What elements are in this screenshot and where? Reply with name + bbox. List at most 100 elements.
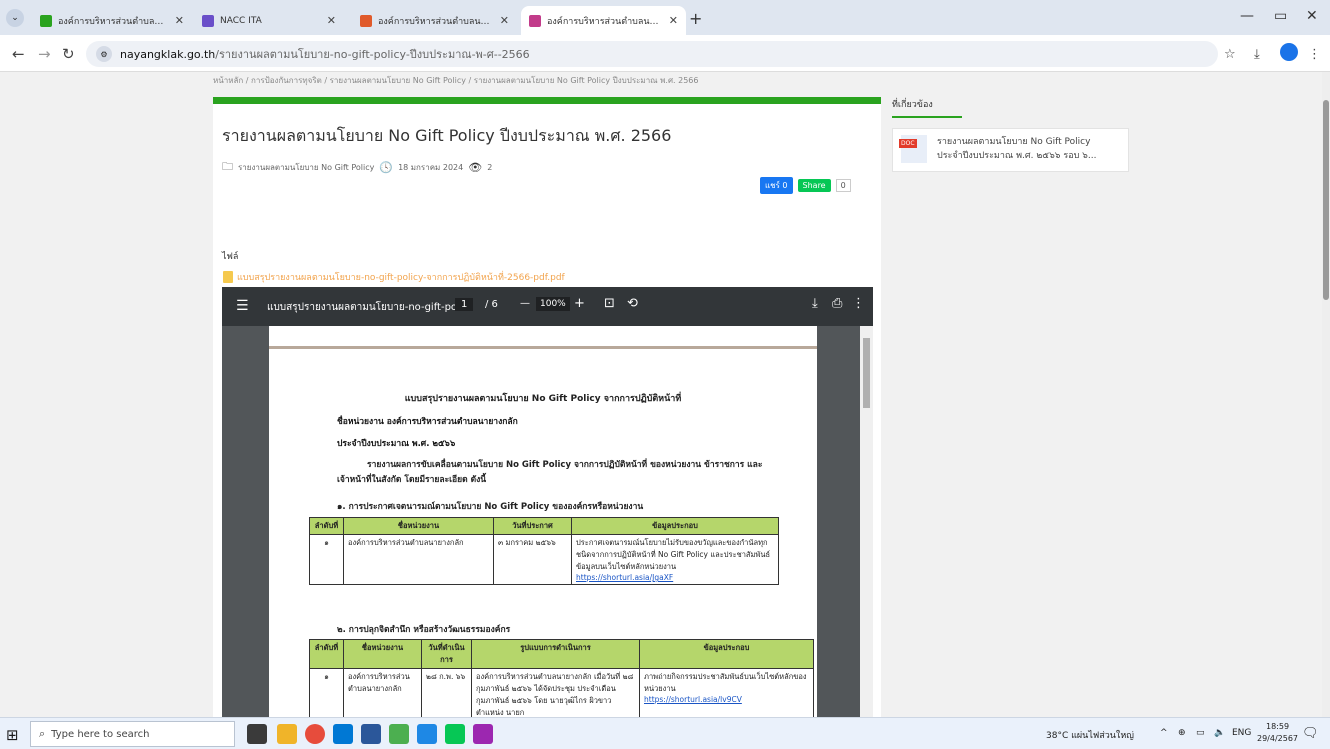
new-tab-button[interactable]: + [689,9,702,28]
eye-icon: 👁 [468,161,483,174]
word-icon[interactable] [361,724,381,744]
zoom-in-icon[interactable]: + [574,296,585,311]
doc-agency: ชื่อหน่วยงาน องค์การบริหารส่วนตำบลนายางก… [337,417,518,427]
language-indicator[interactable]: ENG [1232,728,1251,738]
browser-tab[interactable]: องค์การบริหารส่วนตำบลนายางกลัก ✕ [32,6,192,35]
close-tab-icon[interactable]: ✕ [500,14,509,27]
print-icon[interactable]: ⎙ [832,296,842,311]
app-icon[interactable] [473,724,493,744]
maximize-icon[interactable]: ▭ [1274,8,1287,24]
close-window-icon[interactable]: ✕ [1306,8,1318,24]
minimize-icon[interactable]: — [1240,8,1254,24]
document-icon: DOC [899,135,927,163]
category-link[interactable]: รายงานผลตามนโยบาย No Gift Policy [238,161,374,174]
close-tab-icon[interactable]: ✕ [327,14,336,27]
photos-icon[interactable] [417,724,437,744]
task-view-icon[interactable] [247,724,267,744]
table-header: รูปแบบการดำเนินการ [471,639,640,669]
fit-page-icon[interactable]: ⊡ [604,296,615,311]
download-icon[interactable]: ⤓ [812,296,818,311]
pdf-toolbar: ☰ แบบสรุปรายงานผลตามนโยบาย-no-gift-poli.… [222,287,873,326]
zoom-level-input[interactable]: 100% [536,297,570,311]
pdf-viewer: ☰ แบบสรุปรายงานผลตามนโยบาย-no-gift-poli.… [222,287,873,717]
related-item-subtitle: ประจำปีงบประมาณ พ.ศ. ๒๕๖๖ รอบ ๖... [937,151,1097,161]
site-favicon-icon [529,14,541,27]
drive-icon[interactable] [389,724,409,744]
pdf-filename: แบบสรุปรายงานผลตามนโยบาย-no-gift-poli... [267,302,473,313]
page-scrollbar[interactable] [1322,72,1330,717]
breadcrumb[interactable]: หน้าหลัก / การป้องกันการทุจริต / รายงานผ… [213,74,698,87]
bookmark-star-icon[interactable]: ☆ [1224,47,1236,62]
browser-tab[interactable]: NACC ITA ✕ [194,6,344,35]
related-item-title: รายงานผลตามนโยบาย No Gift Policy [937,137,1091,147]
search-icon: ⌕ [39,727,46,740]
close-tab-icon[interactable]: ✕ [669,14,678,27]
zoom-out-icon[interactable]: — [520,298,530,309]
clock[interactable]: 18:59 29/4/2567 [1257,721,1298,745]
weather-widget[interactable]: 38°C แผ่นไฟส่วนใหญ่ [1046,728,1134,742]
view-count: 2 [487,163,493,172]
share-buttons: แชร์ 0 Share 0 [760,177,851,194]
volume-icon[interactable]: 🔈 [1214,728,1225,738]
sidebar-menu-icon[interactable]: ☰ [236,298,249,314]
facebook-share-button[interactable]: แชร์ 0 [760,177,793,194]
more-options-icon[interactable]: ⋮ [852,296,865,311]
table-header: วันที่ดำเนินการ [421,639,472,669]
notifications-icon[interactable]: 🗨 [1302,726,1319,741]
page-number-input[interactable]: 1 [455,298,474,311]
windows-taskbar: ⊞ ⌕ Type here to search 38°C แผ่นไฟส่วนใ… [0,717,1330,749]
line-share-button[interactable]: Share [797,179,831,192]
shorturl-link[interactable]: https://shorturl.asia/JgaXF [576,573,673,582]
site-favicon-icon [40,14,52,27]
reload-icon[interactable]: ↻ [62,45,75,63]
doc-title: แบบสรุปรายงานผลตามนโยบาย No Gift Policy … [404,394,682,404]
line-app-icon[interactable] [445,724,465,744]
back-icon[interactable]: ← [12,45,25,63]
attachment-link[interactable]: แบบสรุปรายงานผลตามนโยบาย-no-gift-policy-… [223,270,565,284]
table-header: ข้อมูลประกอบ [571,517,779,535]
site-info-icon[interactable]: ⚙ [96,46,112,62]
profile-avatar[interactable] [1280,43,1298,61]
browser-tab[interactable]: องค์การบริหารส่วนตำบลนายางกลัก ✕ [352,6,517,35]
table-header: ลำดับที่ [309,639,344,669]
menu-kebab-icon[interactable]: ⋮ [1308,47,1321,62]
close-tab-icon[interactable]: ✕ [175,14,184,27]
browser-tab-active[interactable]: องค์การบริหารส่วนตำบลนายางกลัก ✕ [521,6,686,35]
web-page: หน้าหลัก / การป้องกันการทุจริต / รายงานผ… [0,72,1322,717]
doc-section-2: ๒. การปลุกจิตสำนึก หรือสร้างวัฒนธรรมองค์… [337,625,511,635]
pdf-scrollbar[interactable] [860,326,873,717]
folder-icon: 🗀 [222,160,233,173]
file-explorer-icon[interactable] [277,724,297,744]
download-icon[interactable]: ⤓ [1254,47,1260,62]
taskbar-search-input[interactable]: ⌕ Type here to search [30,721,235,747]
network-icon[interactable]: ⊕ [1178,728,1186,738]
sidebar-title: ที่เกี่ยวข้อง [892,97,962,118]
url-input[interactable]: ⚙ nayangklak.go.th/รายงานผลตามนโยบาย-no-… [86,41,1218,67]
display-icon[interactable]: ▭ [1196,728,1205,738]
page-title: รายงานผลตามนโยบาย No Gift Policy ปีงบประ… [222,126,672,145]
doc-fiscal-year: ประจำปีงบประมาณ พ.ศ. ๒๕๖๖ [337,439,456,449]
page-total: / 6 [485,299,498,310]
table-header: ชื่อหน่วยงาน [343,639,422,669]
related-item[interactable]: DOC รายงานผลตามนโยบาย No Gift Policy ประ… [892,128,1129,172]
table-header: ข้อมูลประกอบ [639,639,814,669]
tray-chevron-icon[interactable]: ^ [1160,728,1168,738]
tab-search-icon[interactable]: ⌄ [6,9,24,27]
site-favicon-icon [202,14,214,27]
article-meta: 🗀 รายงานผลตามนโยบาย No Gift Policy 🕓 18 … [222,158,492,177]
rotate-icon[interactable]: ⟲ [627,296,638,311]
tab-strip: ⌄ องค์การบริหารส่วนตำบลนายางกลัก ✕ NACC … [0,0,1330,35]
forward-icon[interactable]: → [38,45,51,63]
related-sidebar: ที่เกี่ยวข้อง DOC รายงานผลตามนโยบาย No G… [892,97,1129,172]
pdf-page: แบบสรุปรายงานผลตามนโยบาย No Gift Policy … [269,326,817,717]
files-label: ไฟล์ [222,252,239,262]
windows-start-icon[interactable]: ⊞ [6,726,19,744]
address-bar-row: ← → ↻ ⚙ nayangklak.go.th/รายงานผลตามนโยบ… [0,35,1330,72]
share-count: 0 [835,179,851,192]
clock-icon: 🕓 [379,161,394,174]
chrome-icon[interactable] [305,724,325,744]
activities-table: ลำดับที่ ชื่อหน่วยงาน วันที่ดำเนินการ รู… [309,639,814,717]
doc-section-1: ๑. การประกาศเจตนารมณ์ตามนโยบาย No Gift P… [337,502,644,512]
shorturl-link[interactable]: https://shorturl.asia/lv9CV [644,695,742,704]
mail-icon[interactable] [333,724,353,744]
